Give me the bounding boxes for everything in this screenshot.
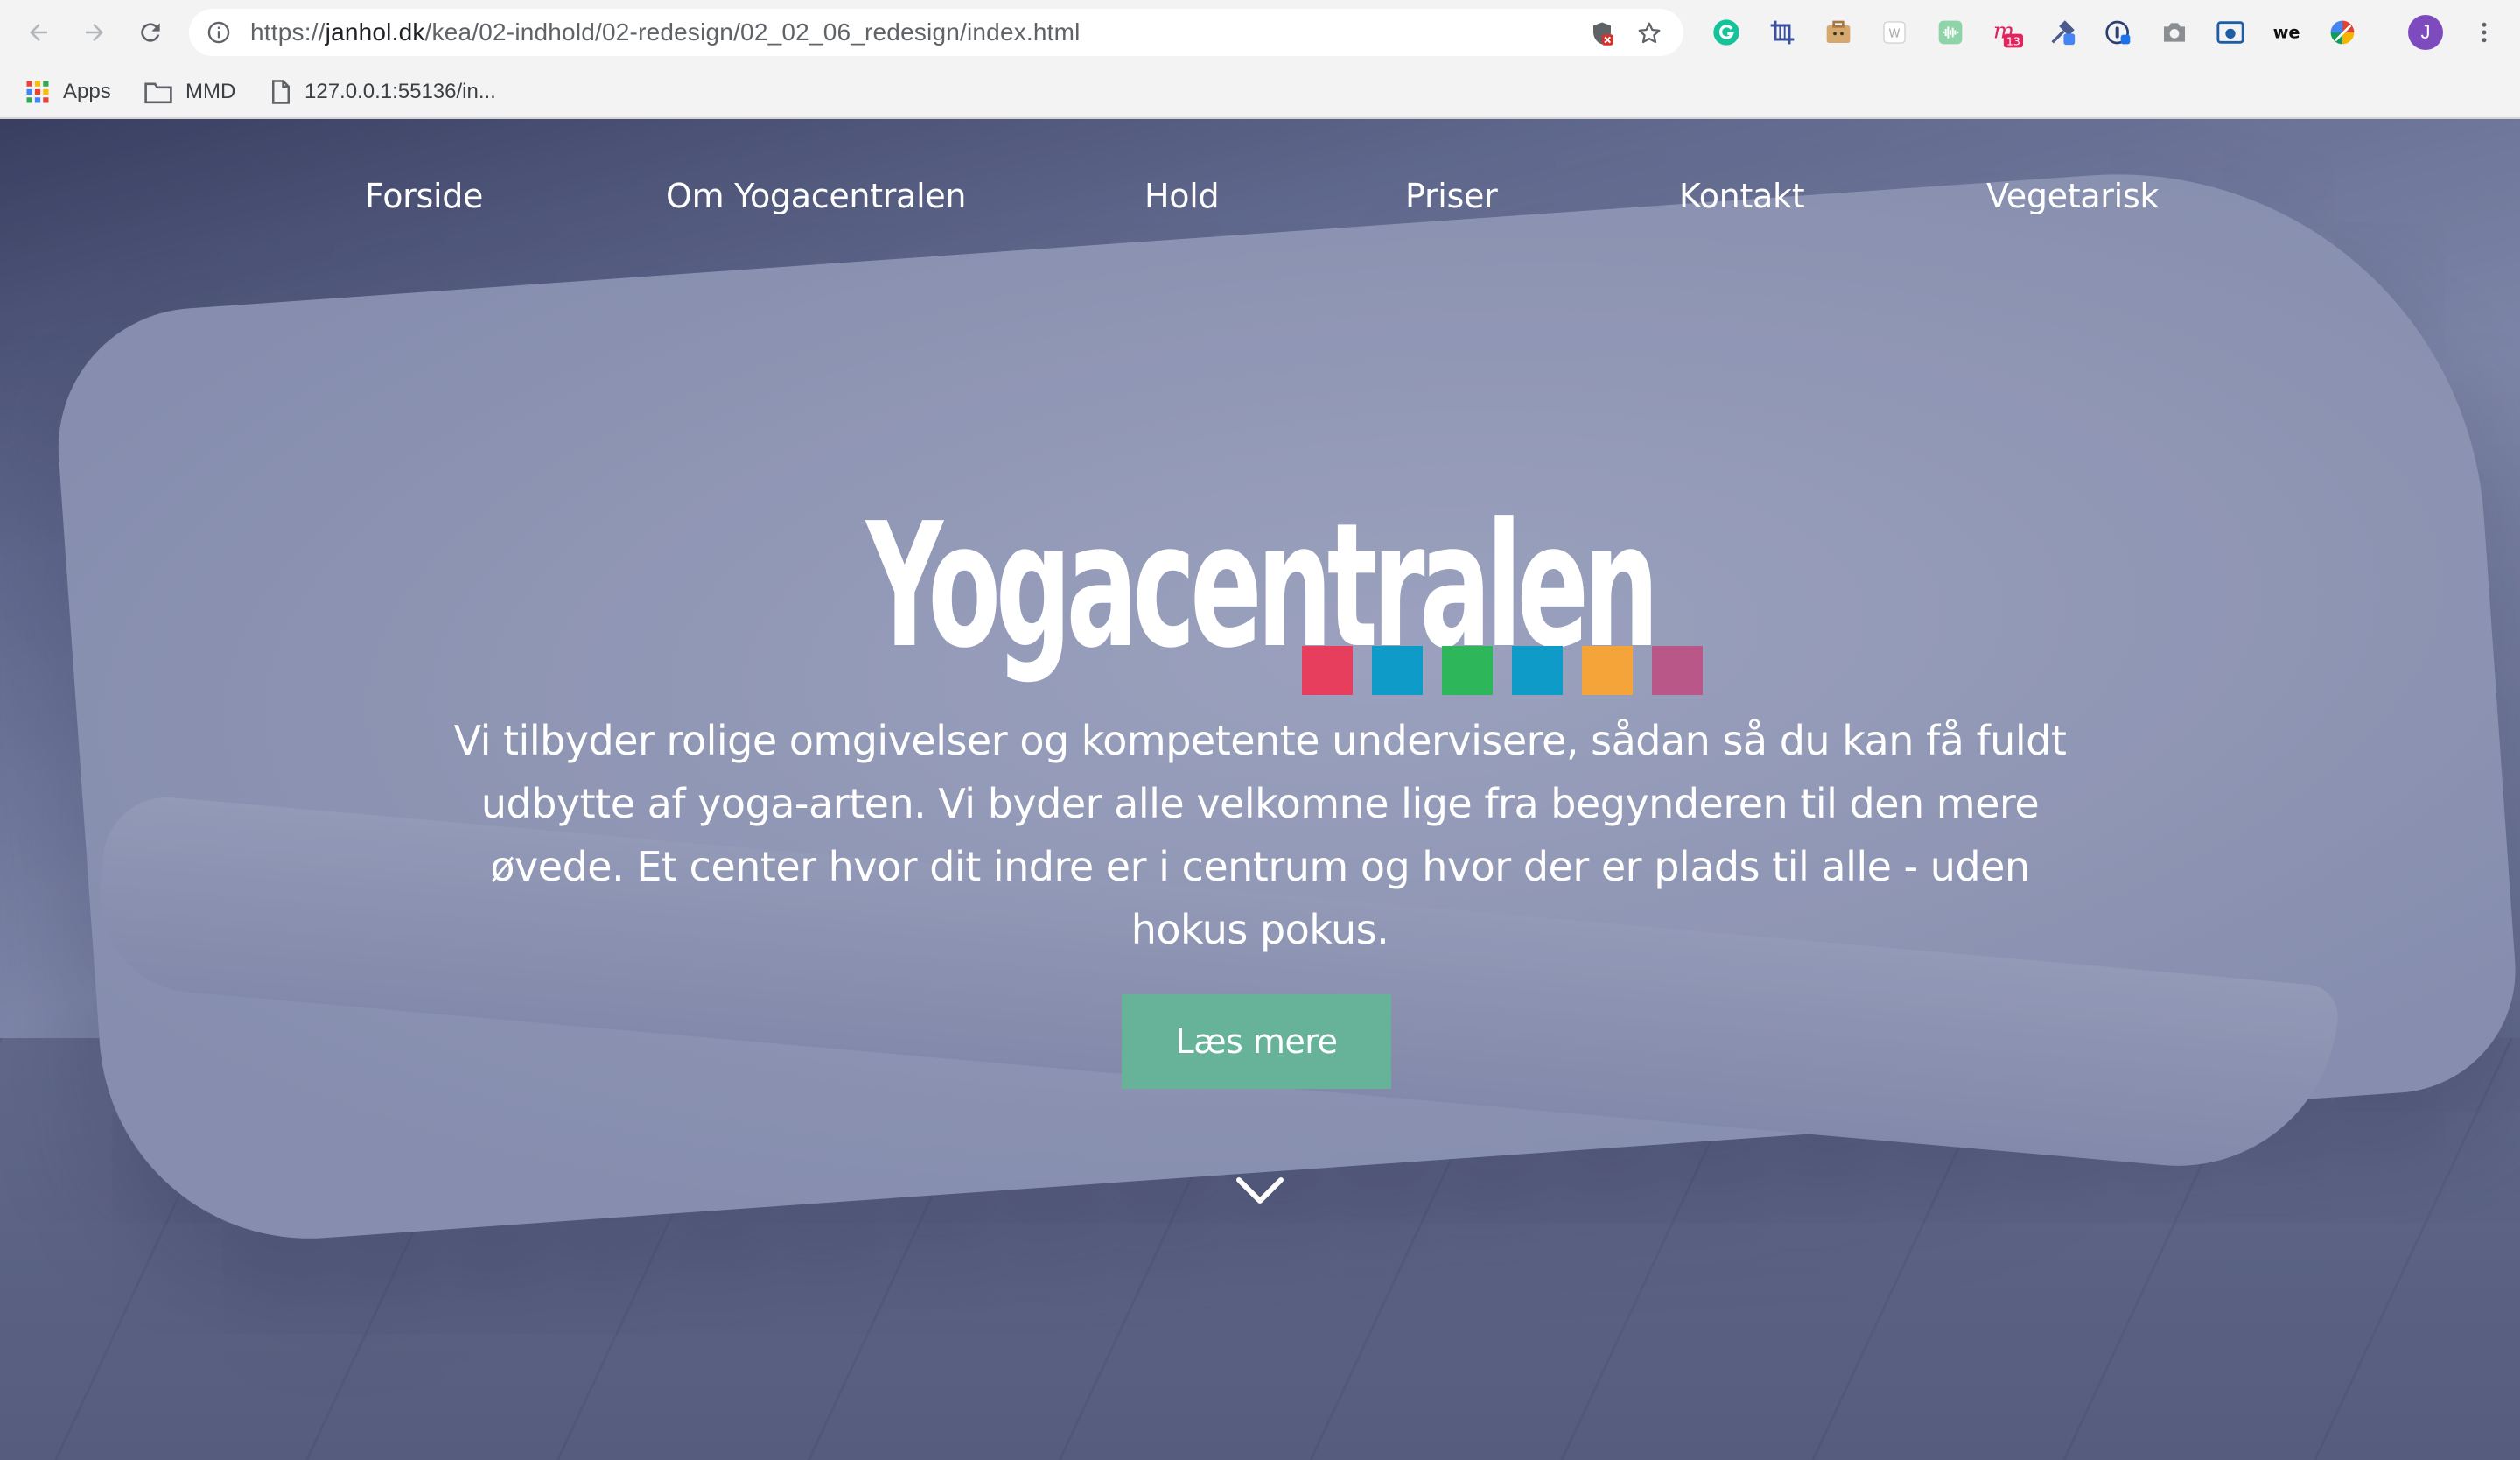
audio-wave-icon[interactable] [1934, 16, 1967, 49]
folder-icon [144, 82, 172, 104]
bookmarks-bar: Apps MMD 127.0.0.1:55136/in... [0, 65, 2520, 119]
blocked-content-icon[interactable] [1589, 20, 1615, 46]
back-button[interactable] [18, 11, 60, 53]
nav-link-vegetarisk[interactable]: Vegetarisk [1986, 177, 2159, 215]
color-square [1652, 646, 1703, 695]
read-more-button[interactable]: Læs mere [1122, 994, 1391, 1089]
svg-text:we: we [2273, 22, 2300, 42]
password-manager-icon[interactable] [2102, 16, 2135, 49]
bookmark-apps[interactable]: Apps [24, 65, 111, 119]
eyedropper-icon[interactable] [2046, 16, 2079, 49]
arrow-right-icon [86, 24, 103, 41]
nav-link-om-yogacentralen[interactable]: Om Yogacentralen [666, 177, 967, 215]
url-domain: janhol.dk [325, 18, 425, 46]
notes-extension-icon[interactable]: m 13 [1990, 16, 2023, 49]
profile-avatar[interactable]: J [2408, 15, 2443, 50]
forward-button[interactable] [74, 11, 116, 53]
screenshot-icon[interactable] [2214, 16, 2247, 49]
arrow-left-icon [30, 24, 47, 41]
bookmark-label: Apps [63, 80, 111, 103]
site-title: Yogacentralen [865, 487, 1659, 686]
toolbox-icon[interactable] [1822, 16, 1855, 49]
info-icon [207, 21, 230, 44]
bookmark-folder-mmd[interactable]: MMD [144, 65, 235, 119]
bookmark-star-icon[interactable] [1636, 20, 1662, 46]
bookmark-localhost[interactable]: 127.0.0.1:55136/in... [270, 65, 496, 119]
crop-icon[interactable] [1766, 16, 1799, 49]
nav-link-priser[interactable]: Priser [1405, 177, 1498, 215]
camera-icon[interactable] [2158, 16, 2191, 49]
address-bar[interactable]: https://janhol.dk/kea/02-indhold/02-rede… [189, 9, 1684, 56]
color-picker-icon[interactable] [2326, 16, 2359, 49]
color-square [1372, 646, 1423, 695]
url-text: https://janhol.dk/kea/02-indhold/02-rede… [250, 9, 1081, 56]
hero-description: Vi tilbyder rolige omgivelser og kompete… [453, 717, 2067, 953]
grammarly-icon[interactable] [1710, 16, 1743, 49]
main-navigation: Forside Om Yogacentralen Hold Priser Kon… [0, 119, 2520, 277]
extension-badge: 13 [2006, 34, 2020, 47]
url-scheme: https:// [250, 18, 326, 46]
svg-text:W: W [1888, 27, 1900, 40]
color-square [1302, 646, 1353, 695]
brand-color-squares [1302, 646, 1703, 695]
chevron-down-icon[interactable] [1234, 1173, 1286, 1208]
bookmark-label: MMD [186, 80, 236, 103]
reload-button[interactable] [130, 11, 172, 53]
color-square [1442, 646, 1493, 695]
hero-section: Forside Om Yogacentralen Hold Priser Kon… [0, 119, 2520, 1460]
menu-icon[interactable] [2468, 16, 2501, 49]
color-square [1582, 646, 1633, 695]
profile-initial: J [2420, 21, 2431, 43]
nav-link-kontakt[interactable]: Kontakt [1679, 177, 1805, 215]
nav-link-forside[interactable]: Forside [365, 177, 483, 215]
bookmark-label: 127.0.0.1:55136/in... [304, 80, 496, 103]
nav-link-hold[interactable]: Hold [1144, 177, 1220, 215]
color-square [1512, 646, 1563, 695]
apps-grid-icon [26, 81, 49, 103]
page-icon [272, 80, 290, 104]
browser-toolbar: https://janhol.dk/kea/02-indhold/02-rede… [0, 0, 2520, 65]
url-path: /kea/02-indhold/02-redesign/02_02_06_red… [424, 18, 1081, 46]
reader-icon[interactable]: W [1878, 16, 1911, 49]
we-extension-icon[interactable]: we [2270, 16, 2303, 49]
reload-icon [141, 23, 160, 42]
